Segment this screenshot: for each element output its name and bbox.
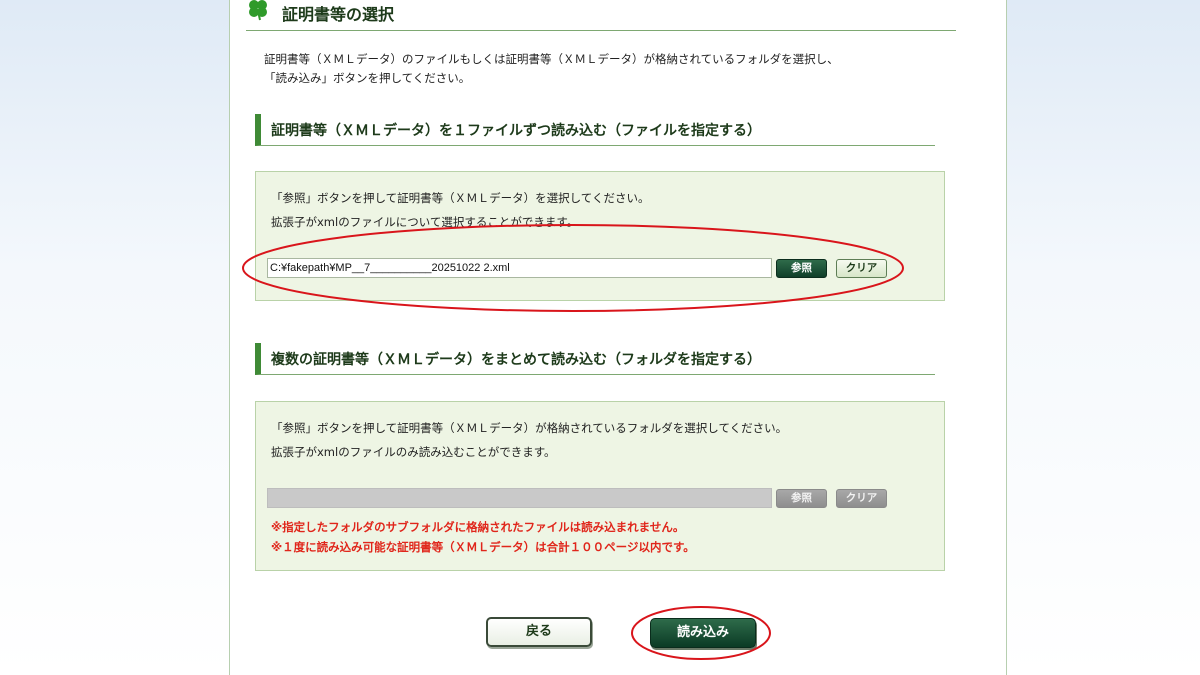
folder-path-input [267, 488, 772, 508]
main-content-page: 証明書等の選択 証明書等（ＸＭＬデータ）のファイルもしくは証明書等（ＸＭＬデータ… [229, 0, 1007, 675]
folder-clear-button: クリア [836, 489, 887, 508]
folder-browse-button: 参照 [776, 489, 827, 508]
intro-line-2: 「読み込み」ボタンを押してください。 [264, 71, 471, 85]
single-file-panel: 「参照」ボタンを押して証明書等（ＸＭＬデータ）を選択してください。 拡張子がxm… [255, 171, 945, 301]
folder-heading-text: 複数の証明書等（ＸＭＬデータ）をまとめて読み込む（フォルダを指定する） [271, 352, 761, 368]
file-browse-button[interactable]: 参照 [776, 259, 827, 278]
clover-icon [249, 0, 267, 21]
folder-note-subfolder: ※指定したフォルダのサブフォルダに格納されたファイルは読み込まれません。 [271, 520, 685, 534]
folder-instruction-1: 「参照」ボタンを押して証明書等（ＸＭＬデータ）が格納されているフォルダを選択して… [271, 421, 788, 435]
single-file-instruction-2: 拡張子がxmlのファイルについて選択することができます。 [271, 215, 579, 229]
page-header: 証明書等の選択 [246, 0, 956, 31]
single-file-section-heading: 証明書等（ＸＭＬデータ）を１ファイルずつ読み込む（ファイルを指定する） [255, 114, 935, 146]
load-button[interactable]: 読み込み [650, 618, 756, 648]
file-path-input[interactable]: C:¥fakepath¥MP__7__________20251022 2.xm… [267, 258, 772, 278]
folder-note-page-limit: ※１度に読み込み可能な証明書等（ＸＭＬデータ）は合計１００ページ以内です。 [271, 540, 695, 554]
single-file-instruction-1: 「参照」ボタンを押して証明書等（ＸＭＬデータ）を選択してください。 [271, 191, 650, 205]
folder-panel: 「参照」ボタンを押して証明書等（ＸＭＬデータ）が格納されているフォルダを選択して… [255, 401, 945, 571]
back-button[interactable]: 戻る [486, 617, 592, 647]
intro-line-1: 証明書等（ＸＭＬデータ）のファイルもしくは証明書等（ＸＭＬデータ）が格納されてい… [264, 52, 839, 66]
folder-instruction-2: 拡張子がxmlのファイルのみ読み込むことができます。 [271, 445, 556, 459]
file-clear-button[interactable]: クリア [836, 259, 887, 278]
single-file-heading-text: 証明書等（ＸＭＬデータ）を１ファイルずつ読み込む（ファイルを指定する） [271, 123, 761, 139]
folder-section-heading: 複数の証明書等（ＸＭＬデータ）をまとめて読み込む（フォルダを指定する） [255, 343, 935, 375]
page-title: 証明書等の選択 [282, 5, 395, 24]
intro-text: 証明書等（ＸＭＬデータ）のファイルもしくは証明書等（ＸＭＬデータ）が格納されてい… [264, 50, 839, 88]
